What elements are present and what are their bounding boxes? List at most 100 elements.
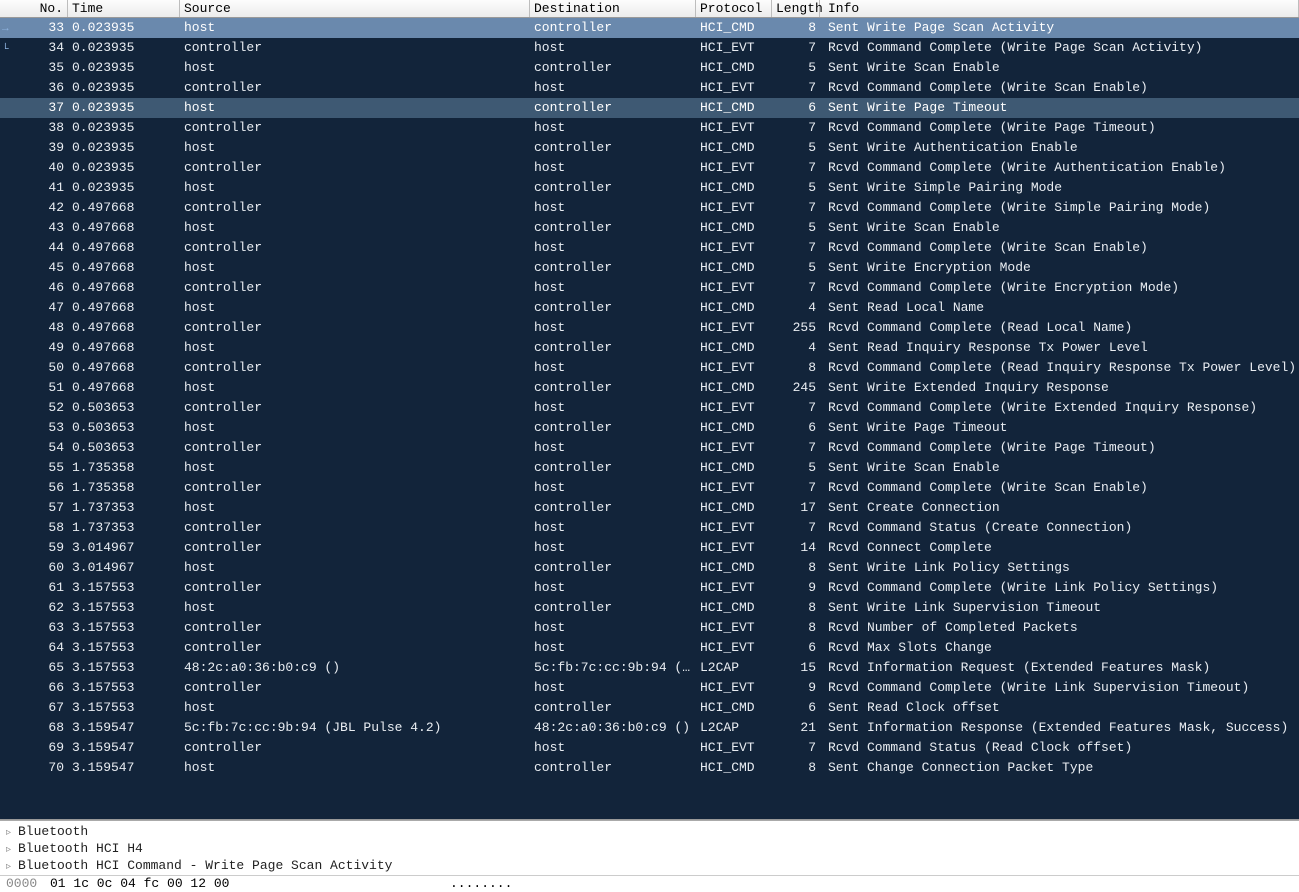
packet-row[interactable]: 430.497668hostcontrollerHCI_CMD5Sent Wri… [0, 218, 1299, 238]
cell-time: 0.497668 [68, 238, 180, 258]
cell-info: Sent Read Inquiry Response Tx Power Leve… [820, 338, 1299, 358]
packet-row[interactable]: 420.497668controllerhostHCI_EVT7Rcvd Com… [0, 198, 1299, 218]
cell-dest: host [530, 438, 696, 458]
packet-row[interactable]: 623.157553hostcontrollerHCI_CMD8Sent Wri… [0, 598, 1299, 618]
packet-row[interactable]: 510.497668hostcontrollerHCI_CMD245Sent W… [0, 378, 1299, 398]
cell-time: 1.735358 [68, 458, 180, 478]
cell-source: host [180, 298, 530, 318]
packet-row[interactable]: 460.497668controllerhostHCI_EVT7Rcvd Com… [0, 278, 1299, 298]
packet-row[interactable]: 370.023935hostcontrollerHCI_CMD6Sent Wri… [0, 98, 1299, 118]
cell-time: 3.157553 [68, 618, 180, 638]
packet-row[interactable]: 330.023935hostcontrollerHCI_CMD8Sent Wri… [0, 18, 1299, 38]
cell-len: 9 [772, 578, 820, 598]
cell-no: 33 [0, 18, 68, 38]
packet-row[interactable]: 561.735358controllerhostHCI_EVT7Rcvd Com… [0, 478, 1299, 498]
packet-row[interactable]: 540.503653controllerhostHCI_EVT7Rcvd Com… [0, 438, 1299, 458]
packet-row[interactable]: 673.157553hostcontrollerHCI_CMD6Sent Rea… [0, 698, 1299, 718]
packet-row[interactable]: 450.497668hostcontrollerHCI_CMD5Sent Wri… [0, 258, 1299, 278]
col-header-destination[interactable]: Destination [530, 0, 696, 17]
cell-source: controller [180, 638, 530, 658]
packet-row[interactable]: 693.159547controllerhostHCI_EVT7Rcvd Com… [0, 738, 1299, 758]
cell-source: host [180, 758, 530, 778]
cell-source: controller [180, 518, 530, 538]
cell-source: host [180, 218, 530, 238]
cell-no: 62 [0, 598, 68, 618]
packet-row[interactable]: 593.014967controllerhostHCI_EVT14Rcvd Co… [0, 538, 1299, 558]
packet-details-pane[interactable]: Bluetooth Bluetooth HCI H4 Bluetooth HCI… [0, 820, 1299, 875]
cell-no: 52 [0, 398, 68, 418]
packet-row[interactable]: 350.023935hostcontrollerHCI_CMD5Sent Wri… [0, 58, 1299, 78]
cell-time: 3.014967 [68, 558, 180, 578]
packet-row[interactable]: 633.157553controllerhostHCI_EVT8Rcvd Num… [0, 618, 1299, 638]
packet-bytes-pane[interactable]: 0000 01 1c 0c 04 fc 00 12 00 ........ [0, 875, 1299, 892]
col-header-time[interactable]: Time [68, 0, 180, 17]
cell-source: host [180, 98, 530, 118]
cell-len: 7 [772, 738, 820, 758]
cell-info: Rcvd Command Complete (Write Page Scan A… [820, 38, 1299, 58]
cell-source: controller [180, 438, 530, 458]
cell-dest: controller [530, 58, 696, 78]
column-headers[interactable]: No. Time Source Destination Protocol Len… [0, 0, 1299, 18]
packet-row[interactable]: 551.735358hostcontrollerHCI_CMD5Sent Wri… [0, 458, 1299, 478]
packet-row[interactable]: 530.503653hostcontrollerHCI_CMD6Sent Wri… [0, 418, 1299, 438]
cell-proto: HCI_CMD [696, 458, 772, 478]
tree-node[interactable]: Bluetooth HCI H4 [6, 840, 1293, 857]
cell-no: 63 [0, 618, 68, 638]
packet-row[interactable]: 571.737353hostcontrollerHCI_CMD17Sent Cr… [0, 498, 1299, 518]
cell-source: host [180, 698, 530, 718]
packet-row[interactable]: 581.737353controllerhostHCI_EVT7Rcvd Com… [0, 518, 1299, 538]
packet-row[interactable]: 653.15755348:2c:a0:36:b0:c9 ()5c:fb:7c:c… [0, 658, 1299, 678]
packet-row[interactable]: 643.157553controllerhostHCI_EVT6Rcvd Max… [0, 638, 1299, 658]
packet-row[interactable]: 340.023935controllerhostHCI_EVT7Rcvd Com… [0, 38, 1299, 58]
cell-proto: HCI_CMD [696, 18, 772, 38]
col-header-source[interactable]: Source [180, 0, 530, 17]
cell-time: 3.157553 [68, 638, 180, 658]
cell-len: 5 [772, 258, 820, 278]
cell-dest: host [530, 638, 696, 658]
tree-node[interactable]: Bluetooth HCI Command - Write Page Scan … [6, 857, 1293, 874]
cell-info: Rcvd Command Complete (Write Scan Enable… [820, 478, 1299, 498]
packet-row[interactable]: 703.159547hostcontrollerHCI_CMD8Sent Cha… [0, 758, 1299, 778]
packet-row[interactable]: 520.503653controllerhostHCI_EVT7Rcvd Com… [0, 398, 1299, 418]
cell-dest: host [530, 118, 696, 138]
cell-info: Rcvd Connect Complete [820, 538, 1299, 558]
packet-row[interactable]: 470.497668hostcontrollerHCI_CMD4Sent Rea… [0, 298, 1299, 318]
col-header-no[interactable]: No. [0, 0, 68, 17]
packet-row[interactable]: 380.023935controllerhostHCI_EVT7Rcvd Com… [0, 118, 1299, 138]
cell-dest: host [530, 278, 696, 298]
cell-dest: host [530, 198, 696, 218]
cell-source: host [180, 378, 530, 398]
cell-time: 1.737353 [68, 518, 180, 538]
packet-row[interactable]: 683.1595475c:fb:7c:cc:9b:94 (JBL Pulse 4… [0, 718, 1299, 738]
col-header-length[interactable]: Length [772, 0, 820, 17]
col-header-protocol[interactable]: Protocol [696, 0, 772, 17]
cell-dest: controller [530, 378, 696, 398]
packet-rows[interactable]: 330.023935hostcontrollerHCI_CMD8Sent Wri… [0, 18, 1299, 819]
packet-row[interactable]: 400.023935controllerhostHCI_EVT7Rcvd Com… [0, 158, 1299, 178]
cell-time: 3.157553 [68, 678, 180, 698]
cell-proto: HCI_EVT [696, 518, 772, 538]
cell-proto: HCI_CMD [696, 558, 772, 578]
packet-row[interactable]: 500.497668controllerhostHCI_EVT8Rcvd Com… [0, 358, 1299, 378]
cell-dest: controller [530, 258, 696, 278]
packet-row[interactable]: 410.023935hostcontrollerHCI_CMD5Sent Wri… [0, 178, 1299, 198]
packet-row[interactable]: 480.497668controllerhostHCI_EVT255Rcvd C… [0, 318, 1299, 338]
packet-row[interactable]: 490.497668hostcontrollerHCI_CMD4Sent Rea… [0, 338, 1299, 358]
cell-proto: HCI_CMD [696, 418, 772, 438]
packet-row[interactable]: 663.157553controllerhostHCI_EVT9Rcvd Com… [0, 678, 1299, 698]
col-header-info[interactable]: Info [820, 0, 1299, 17]
cell-proto: HCI_EVT [696, 638, 772, 658]
packet-row[interactable]: 613.157553controllerhostHCI_EVT9Rcvd Com… [0, 578, 1299, 598]
cell-len: 5 [772, 458, 820, 478]
cell-proto: HCI_EVT [696, 78, 772, 98]
packet-row[interactable]: 603.014967hostcontrollerHCI_CMD8Sent Wri… [0, 558, 1299, 578]
cell-source: host [180, 338, 530, 358]
cell-dest: controller [530, 18, 696, 38]
packet-row[interactable]: 360.023935controllerhostHCI_EVT7Rcvd Com… [0, 78, 1299, 98]
cell-proto: HCI_EVT [696, 278, 772, 298]
cell-source: host [180, 498, 530, 518]
packet-row[interactable]: 390.023935hostcontrollerHCI_CMD5Sent Wri… [0, 138, 1299, 158]
tree-node[interactable]: Bluetooth [6, 823, 1293, 840]
packet-row[interactable]: 440.497668controllerhostHCI_EVT7Rcvd Com… [0, 238, 1299, 258]
cell-time: 0.497668 [68, 358, 180, 378]
